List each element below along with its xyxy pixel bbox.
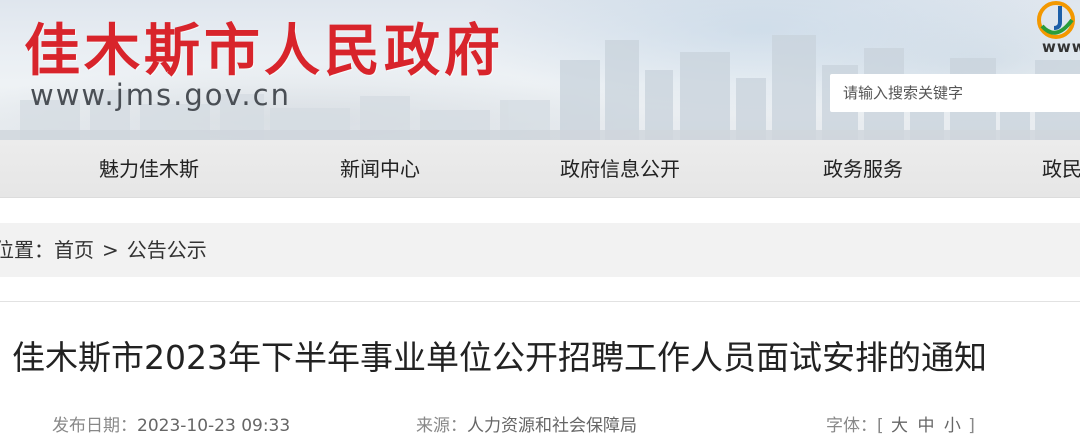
font-size-small-link[interactable]: 小: [944, 416, 961, 436]
breadcrumb-home-link[interactable]: 首页: [54, 238, 94, 262]
font-size-bracket-open: [: [877, 416, 884, 436]
content-divider: [0, 301, 1080, 302]
font-size-large-link[interactable]: 大: [891, 416, 908, 436]
header-banner: 佳木斯市人民政府 www.jms.gov.cn www: [0, 0, 1080, 140]
publish-date-meta: 发布日期：2023-10-23 09:33: [52, 411, 290, 436]
breadcrumb: 位置：首页 > 公告公示: [0, 223, 207, 277]
font-size-label: 字体：: [826, 416, 877, 436]
publish-date-label: 发布日期：: [52, 416, 137, 436]
source-meta: 来源：人力资源和社会保障局: [416, 411, 637, 436]
font-size-control: 字体：[ 大 中 小 ]: [826, 411, 975, 436]
site-url-text: www.jms.gov.cn: [30, 78, 291, 112]
nav-item-gov-services[interactable]: 政务服务: [823, 140, 903, 198]
emblem-text: www: [1042, 38, 1080, 56]
breadcrumb-current-link[interactable]: 公告公示: [127, 238, 207, 262]
site-logo-title[interactable]: 佳木斯市人民政府: [24, 6, 504, 87]
breadcrumb-separator: >: [102, 238, 119, 262]
source-value: 人力资源和社会保障局: [467, 416, 637, 436]
search-input[interactable]: [830, 74, 1080, 112]
nav-item-interaction[interactable]: 政民: [1042, 140, 1080, 198]
nav-item-charm-jiamusi[interactable]: 魅力佳木斯: [99, 140, 199, 198]
source-label: 来源：: [416, 416, 467, 436]
main-nav: 魅力佳木斯 新闻中心 政府信息公开 政务服务 政民: [0, 140, 1080, 198]
font-size-bracket-close: ]: [968, 416, 975, 436]
nav-item-gov-info[interactable]: 政府信息公开: [560, 140, 680, 198]
publish-date-value: 2023-10-23 09:33: [137, 416, 291, 436]
breadcrumb-prefix: 位置：: [0, 238, 54, 262]
nav-item-news-center[interactable]: 新闻中心: [340, 140, 420, 198]
breadcrumb-bar: 位置：首页 > 公告公示: [0, 223, 1080, 277]
article-title: 佳木斯市2023年下半年事业单位公开招聘工作人员面试安排的通知: [12, 338, 987, 377]
font-size-medium-link[interactable]: 中: [917, 416, 934, 436]
